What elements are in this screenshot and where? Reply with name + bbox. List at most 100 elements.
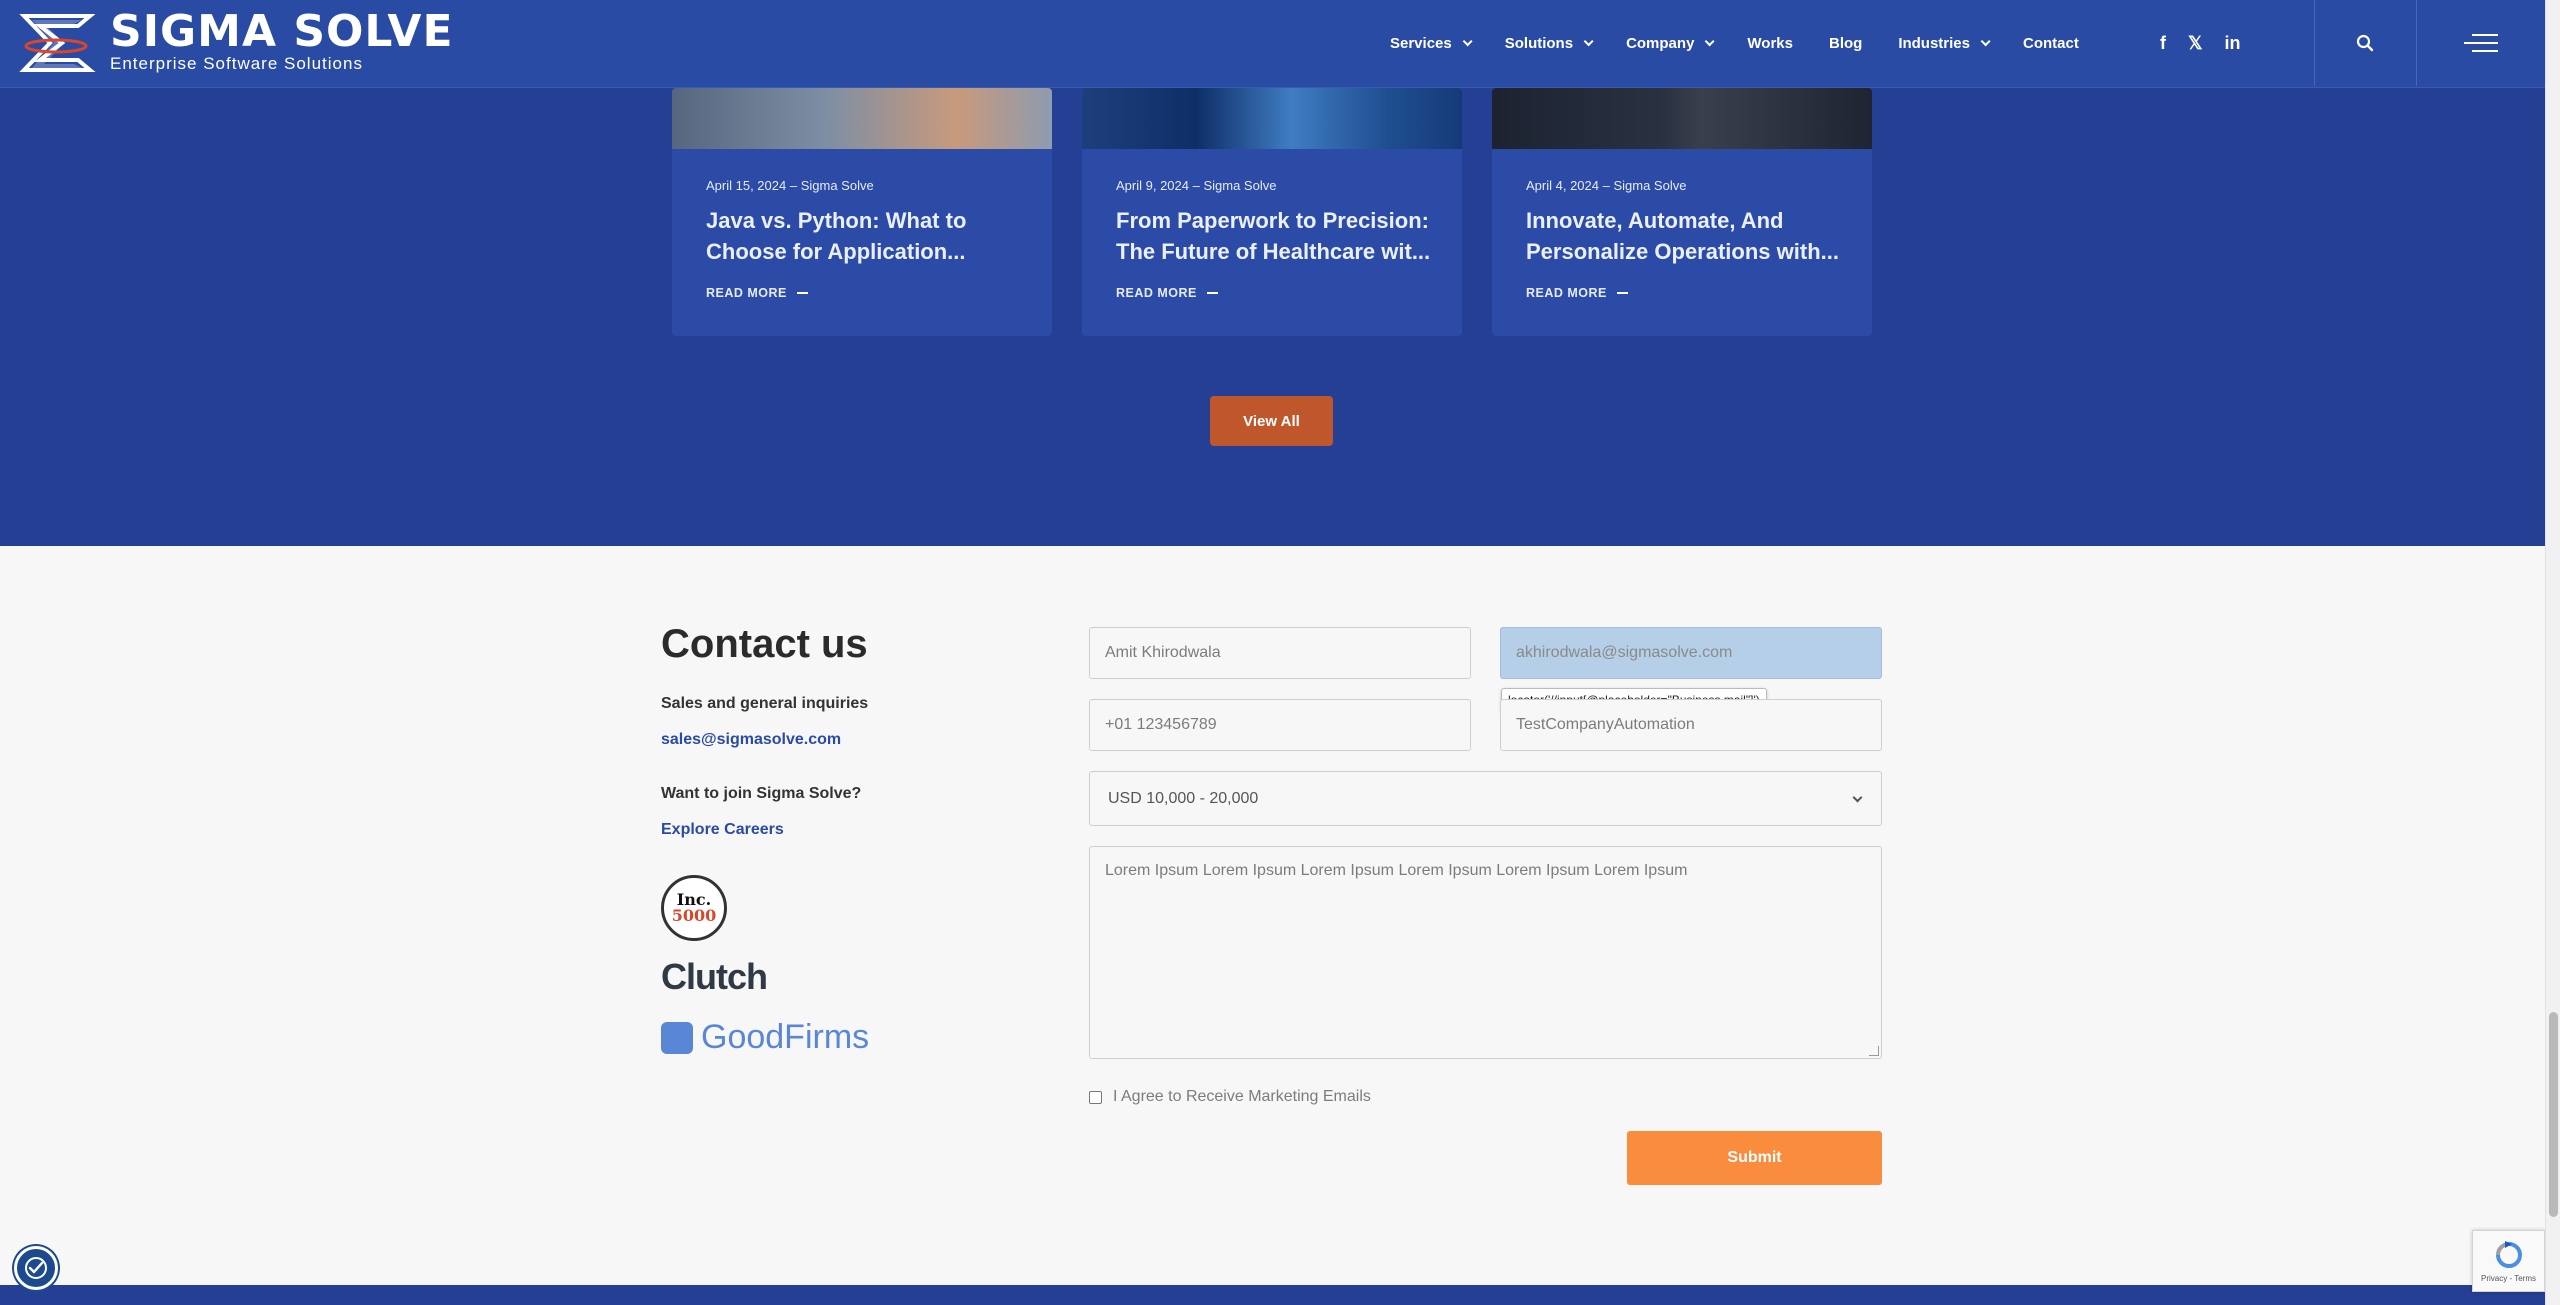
careers-label: Want to join Sigma Solve? [661, 785, 862, 802]
facebook-icon[interactable]: f [2160, 33, 2166, 54]
blog-card-title[interactable]: Java vs. Python: What to Choose for Appli… [706, 205, 1026, 267]
name-value: Amit Khirodwala [1105, 644, 1221, 661]
chevron-down-icon [1583, 35, 1594, 46]
dash-icon [1206, 292, 1218, 294]
read-more-label: READ MORE [1116, 286, 1197, 300]
title-line: Choose for Application... [706, 239, 966, 264]
title-line: The Future of Healthcare wit... [1116, 239, 1431, 264]
nav-label: Solutions [1504, 34, 1574, 52]
blog-card-date: April 4, 2024 [1526, 178, 1599, 193]
blog-card[interactable]: April 15, 2024 – Sigma Solve Java vs. Py… [672, 88, 1052, 336]
nav-solutions[interactable]: Solutions [1504, 34, 1594, 52]
read-more-label: READ MORE [706, 286, 787, 300]
message-textarea[interactable]: Lorem Ipsum Lorem Ipsum Lorem Ipsum Lore… [1089, 846, 1882, 1059]
dash-icon [796, 292, 808, 294]
accessibility-icon [25, 1257, 47, 1279]
company-field[interactable]: TestCompanyAutomation [1500, 699, 1882, 751]
nav-services[interactable]: Services [1390, 34, 1473, 52]
sales-label: Sales and general inquiries [661, 695, 869, 712]
message-value: Lorem Ipsum Lorem Ipsum Lorem Ipsum Lore… [1105, 862, 1688, 879]
nav-blog[interactable]: Blog [1829, 35, 1862, 52]
scrollbar-thumb[interactable] [2549, 1012, 2558, 1217]
inc-5000-badge: Inc. 5000 [661, 875, 727, 941]
main-nav: Services Solutions Company Works Blog In… [1390, 0, 2115, 86]
chevron-down-icon [1980, 35, 1991, 46]
chevron-down-icon [1705, 35, 1715, 46]
hamburger-menu-button[interactable] [2417, 0, 2545, 86]
budget-select[interactable]: USD 10,000 - 20,000 [1089, 771, 1882, 826]
nav-label: Contact [2023, 34, 2079, 52]
business-email-field[interactable]: akhirodwala@sigmasolve.com [1500, 627, 1882, 679]
blog-card[interactable]: April 9, 2024 – Sigma Solve From Paperwo… [1082, 88, 1462, 336]
read-more-link[interactable]: READ MORE [706, 286, 808, 300]
title-line: From Paperwork to Precision: [1116, 208, 1429, 233]
blog-card-meta: April 4, 2024 – Sigma Solve [1526, 178, 1687, 193]
linkedin-icon[interactable]: in [2225, 33, 2241, 54]
nav-label: Services [1390, 34, 1452, 52]
goodfirms-icon [661, 1021, 693, 1054]
blog-section: April 15, 2024 – Sigma Solve Java vs. Py… [0, 88, 2545, 546]
blog-card-title[interactable]: Innovate, Automate, And Personalize Opera… [1526, 205, 1846, 267]
x-icon[interactable]: 𝕏 [2188, 33, 2203, 54]
blog-card-date: April 9, 2024 [1116, 178, 1189, 193]
nav-label: Blog [1828, 34, 1863, 52]
site-header: SIGMA SOLVE Enterprise Software Solution… [0, 0, 2545, 88]
email-value: akhirodwala@sigmasolve.com [1516, 644, 1733, 661]
phone-field[interactable]: +01 123456789 [1089, 699, 1471, 751]
footer-strip [0, 1285, 2545, 1305]
sales-email-link[interactable]: sales@sigmasolve.com [661, 731, 841, 749]
sigma-solve-logo[interactable]: SIGMA SOLVE Enterprise Software Solution… [18, 6, 454, 74]
explore-careers-link[interactable]: Explore Careers [661, 821, 784, 839]
marketing-consent-label[interactable]: I Agree to Receive Marketing Emails [1113, 1088, 1371, 1106]
clutch-logo: Clutch [661, 956, 768, 997]
inc-number: 5000 [671, 906, 717, 925]
budget-selected: USD 10,000 - 20,000 [1108, 789, 1259, 807]
nav-label: Works [1747, 34, 1793, 52]
company-value: TestCompanyAutomation [1516, 716, 1695, 733]
title-line: Java vs. Python: What to [706, 208, 967, 233]
view-all-button[interactable]: View All [1210, 396, 1333, 446]
social-links: f 𝕏 in [2160, 0, 2241, 86]
nav-works[interactable]: Works [1747, 35, 1793, 52]
nav-label: Industries [1898, 34, 1970, 52]
logo-title: SIGMA SOLVE [110, 6, 454, 57]
blog-card-author: Sigma Solve [1613, 178, 1687, 193]
dash-icon [1616, 292, 1628, 294]
phone-value: +01 123456789 [1105, 716, 1217, 733]
resize-handle-icon[interactable] [1869, 1046, 1879, 1056]
goodfirms-logo: GoodFirms [661, 1018, 869, 1057]
marketing-consent: I Agree to Receive Marketing Emails [1089, 1088, 1371, 1106]
blog-card-image [1082, 88, 1462, 149]
blog-card[interactable]: April 4, 2024 – Sigma Solve Innovate, Au… [1492, 88, 1872, 336]
recaptcha-badge[interactable]: Privacy - Terms [2472, 1230, 2545, 1292]
read-more-label: READ MORE [1526, 286, 1607, 300]
blog-card-image [1492, 88, 1872, 149]
blog-card-image [672, 88, 1052, 149]
contact-title: Contact us [661, 622, 868, 666]
name-field[interactable]: Amit Khirodwala [1089, 627, 1471, 679]
hamburger-menu-icon [2464, 34, 2498, 52]
read-more-link[interactable]: READ MORE [1526, 286, 1628, 300]
marketing-consent-checkbox[interactable] [1089, 1090, 1102, 1104]
submit-button[interactable]: Submit [1627, 1131, 1882, 1185]
nav-contact[interactable]: Contact [2023, 35, 2079, 52]
recaptcha-icon [2495, 1240, 2522, 1268]
search-icon [2356, 34, 2374, 52]
title-line: Personalize Operations with... [1526, 239, 1839, 264]
blog-card-meta: April 15, 2024 – Sigma Solve [706, 178, 874, 193]
blog-card-title[interactable]: From Paperwork to Precision: The Future o… [1116, 205, 1436, 267]
title-line: Innovate, Automate, And [1526, 208, 1784, 233]
read-more-link[interactable]: READ MORE [1116, 286, 1218, 300]
blog-card-author: Sigma Solve [800, 178, 874, 193]
goodfirms-label: GoodFirms [701, 1018, 870, 1056]
nav-company[interactable]: Company [1626, 34, 1715, 52]
logo-subtitle: Enterprise Software Solutions [110, 54, 363, 73]
nav-label: Company [1626, 34, 1695, 52]
nav-industries[interactable]: Industries [1898, 34, 1991, 52]
accessibility-button[interactable] [14, 1246, 58, 1290]
recaptcha-text[interactable]: Privacy - Terms [2481, 1274, 2536, 1283]
page-scrollbar[interactable] [2545, 0, 2560, 1305]
search-button[interactable] [2315, 0, 2415, 86]
blog-card-author: Sigma Solve [1203, 178, 1277, 193]
blog-card-date: April 15, 2024 [706, 178, 787, 193]
